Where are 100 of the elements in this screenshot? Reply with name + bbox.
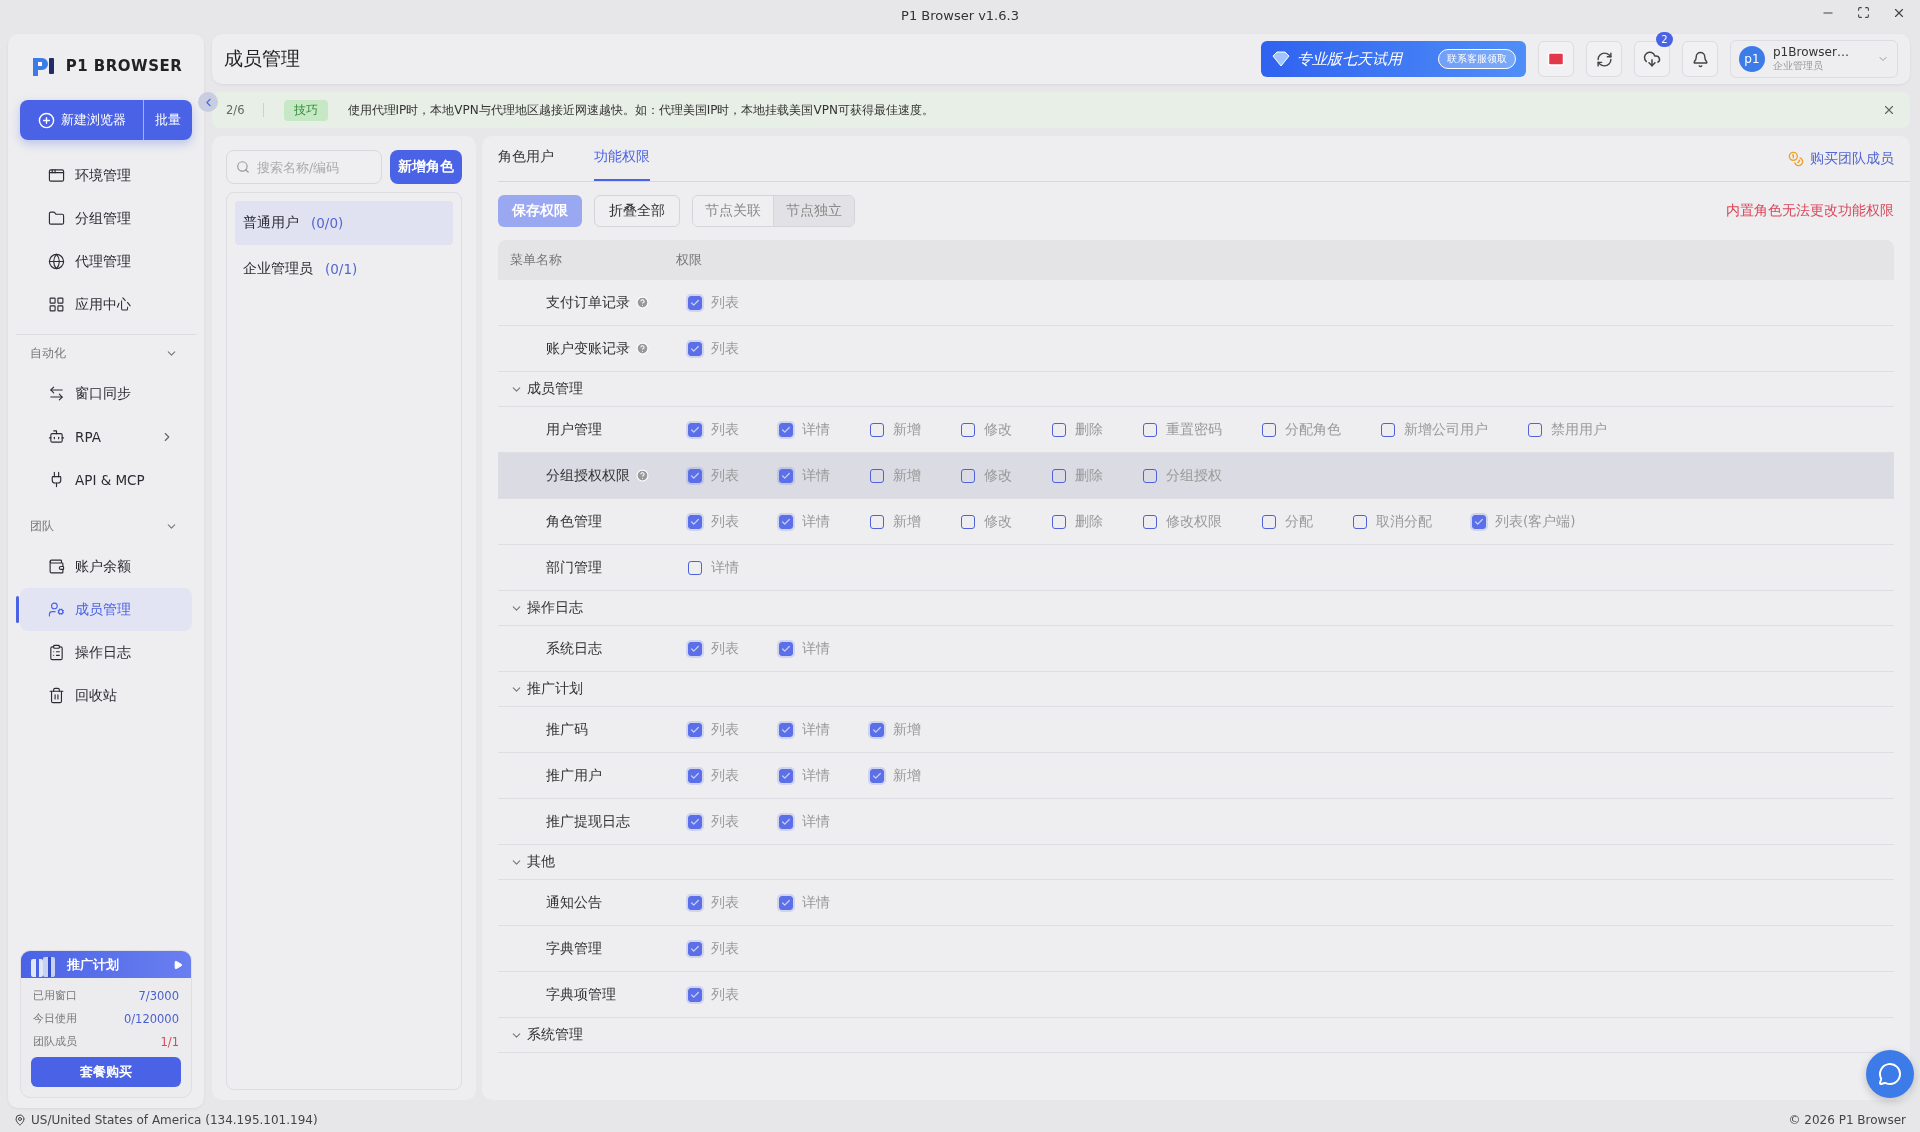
checkbox[interactable]: [870, 468, 884, 483]
group-row-label[interactable]: 其他: [498, 853, 555, 871]
help-icon[interactable]: [636, 342, 649, 355]
sidebar-item[interactable]: 代理管理: [20, 240, 192, 283]
checkbox[interactable]: [688, 641, 702, 656]
checkbox[interactable]: [779, 514, 793, 529]
permission-checkbox[interactable]: 分配角色: [1262, 420, 1381, 439]
checkbox[interactable]: [688, 768, 702, 783]
permission-checkbox[interactable]: 列表: [688, 893, 779, 912]
checkbox[interactable]: [688, 560, 702, 575]
sidebar-item[interactable]: 账户余额: [20, 545, 192, 588]
permission-checkbox[interactable]: 列表: [688, 639, 779, 658]
permission-checkbox[interactable]: 新增: [870, 512, 961, 531]
checkbox[interactable]: [961, 422, 975, 437]
search-field[interactable]: 搜索名称/编码: [226, 150, 382, 184]
permission-checkbox[interactable]: 详情: [779, 893, 870, 912]
sidebar-item[interactable]: 操作日志: [20, 631, 192, 674]
checkbox[interactable]: [779, 895, 793, 910]
permission-checkbox[interactable]: 详情: [779, 639, 870, 658]
permission-checkbox[interactable]: 删除: [1052, 420, 1143, 439]
checkbox[interactable]: [1381, 422, 1395, 437]
checkbox[interactable]: [688, 941, 702, 956]
checkbox[interactable]: [688, 341, 702, 356]
checkbox[interactable]: [1143, 422, 1157, 437]
checkbox[interactable]: [1052, 514, 1066, 529]
permission-checkbox[interactable]: 列表: [688, 766, 779, 785]
permission-checkbox[interactable]: 详情: [779, 812, 870, 831]
permission-checkbox[interactable]: 详情: [779, 766, 870, 785]
role-item[interactable]: 普通用户 (0/0): [235, 201, 453, 245]
checkbox[interactable]: [1353, 514, 1367, 529]
permission-checkbox[interactable]: 禁用用户: [1528, 420, 1647, 439]
permission-checkbox[interactable]: 删除: [1052, 466, 1143, 485]
checkbox[interactable]: [870, 722, 884, 737]
checkbox[interactable]: [961, 514, 975, 529]
permission-checkbox[interactable]: 分组授权: [1143, 466, 1262, 485]
permission-checkbox[interactable]: 列表: [688, 466, 779, 485]
permission-checkbox[interactable]: 列表(客户端): [1472, 512, 1616, 531]
mode-toggle[interactable]: 节点独立: [773, 196, 854, 226]
permission-checkbox[interactable]: 修改: [961, 466, 1052, 485]
help-icon[interactable]: [636, 469, 649, 482]
permission-checkbox[interactable]: 列表: [688, 985, 779, 1004]
checkbox[interactable]: [779, 722, 793, 737]
checkbox[interactable]: [870, 768, 884, 783]
checkbox[interactable]: [1262, 514, 1276, 529]
checkbox[interactable]: [688, 895, 702, 910]
help-icon[interactable]: [636, 296, 649, 309]
checkbox[interactable]: [688, 814, 702, 829]
envelope-button[interactable]: [1538, 41, 1574, 77]
checkbox[interactable]: [1143, 468, 1157, 483]
maximize-icon[interactable]: [1857, 6, 1870, 19]
buy-package-button[interactable]: 套餐购买: [31, 1057, 181, 1087]
checkbox[interactable]: [1262, 422, 1276, 437]
role-item[interactable]: 企业管理员 (0/1): [235, 247, 453, 291]
permission-checkbox[interactable]: 重置密码: [1143, 420, 1262, 439]
permission-checkbox[interactable]: 列表: [688, 720, 779, 739]
checkbox[interactable]: [870, 422, 884, 437]
permission-checkbox[interactable]: 列表: [688, 812, 779, 831]
permission-checkbox[interactable]: 列表: [688, 939, 779, 958]
group-row-label[interactable]: 成员管理: [498, 380, 583, 398]
checkbox[interactable]: [1528, 422, 1542, 437]
permission-checkbox[interactable]: 列表: [688, 293, 779, 312]
permission-checkbox[interactable]: 详情: [779, 720, 870, 739]
tab[interactable]: 角色用户: [498, 135, 554, 181]
permission-checkbox[interactable]: 新增: [870, 420, 961, 439]
trial-banner[interactable]: 专业版七天试用 联系客服领取: [1261, 41, 1526, 77]
sidebar-item[interactable]: 环境管理: [20, 154, 192, 197]
permission-checkbox[interactable]: 列表: [688, 420, 779, 439]
buy-members-link[interactable]: 购买团队成员: [1788, 149, 1894, 168]
checkbox[interactable]: [1052, 468, 1066, 483]
permission-checkbox[interactable]: 新增: [870, 466, 961, 485]
checkbox[interactable]: [688, 722, 702, 737]
checkbox[interactable]: [870, 514, 884, 529]
checkbox[interactable]: [688, 514, 702, 529]
checkbox[interactable]: [688, 468, 702, 483]
sidebar-item[interactable]: 回收站: [20, 674, 192, 717]
permission-checkbox[interactable]: 列表: [688, 339, 779, 358]
add-role-button[interactable]: 新增角色: [390, 150, 462, 184]
group-row-label[interactable]: 推广计划: [498, 680, 583, 698]
checkbox[interactable]: [1472, 514, 1486, 529]
batch-button[interactable]: 批量: [144, 100, 192, 140]
permission-checkbox[interactable]: 删除: [1052, 512, 1143, 531]
close-icon[interactable]: [1892, 6, 1906, 20]
permission-checkbox[interactable]: 详情: [779, 512, 870, 531]
checkbox[interactable]: [779, 422, 793, 437]
permission-checkbox[interactable]: 新增: [870, 766, 961, 785]
checkbox[interactable]: [961, 468, 975, 483]
promo-banner[interactable]: 推广计划: [21, 951, 191, 978]
permission-checkbox[interactable]: 新增公司用户: [1381, 420, 1528, 439]
collapse-all-button[interactable]: 折叠全部: [594, 195, 680, 227]
download-button[interactable]: [1634, 41, 1670, 77]
checkbox[interactable]: [779, 468, 793, 483]
checkbox[interactable]: [688, 987, 702, 1002]
sidebar-item[interactable]: 分组管理: [20, 197, 192, 240]
permission-checkbox[interactable]: 修改: [961, 512, 1052, 531]
checkbox[interactable]: [779, 768, 793, 783]
permission-checkbox[interactable]: 详情: [779, 420, 870, 439]
checkbox[interactable]: [779, 814, 793, 829]
sidebar-item[interactable]: API & MCP: [20, 458, 192, 501]
bell-button[interactable]: [1682, 41, 1718, 77]
group-row-label[interactable]: 操作日志: [498, 599, 583, 617]
